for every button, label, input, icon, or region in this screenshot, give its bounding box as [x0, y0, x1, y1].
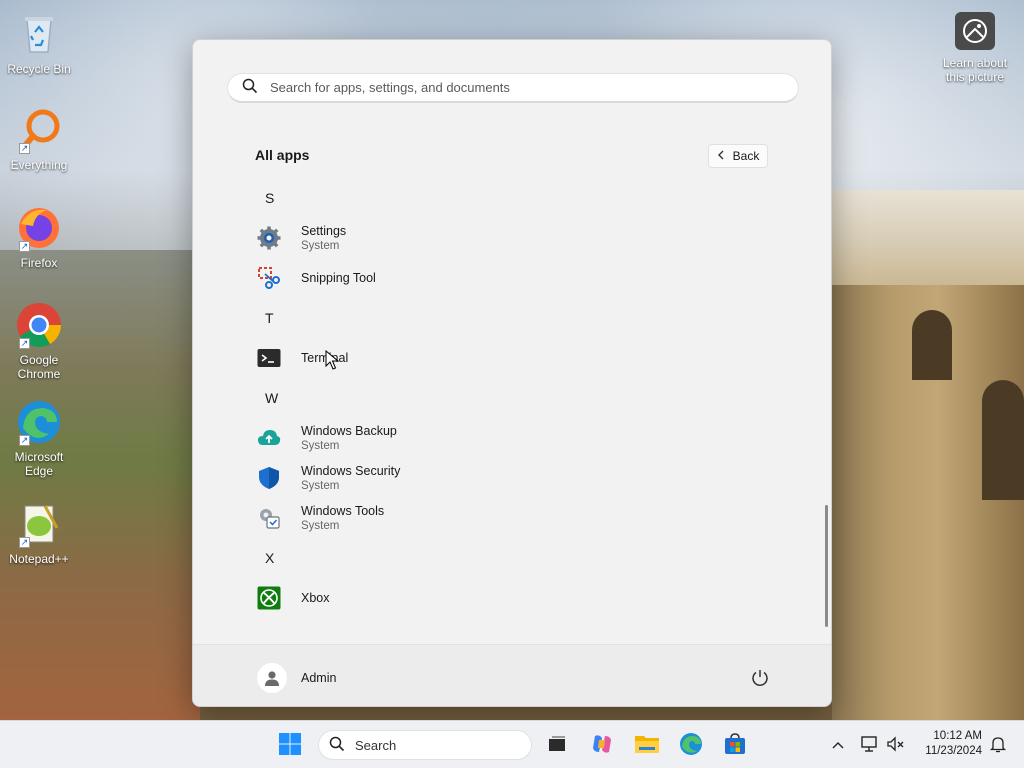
- desktop-icon-label: Microsoft Edge: [14, 450, 64, 478]
- notepadpp-icon: ↗: [15, 500, 63, 548]
- taskbar-search-label: Search: [355, 737, 397, 753]
- app-name: Windows Tools: [301, 504, 385, 518]
- notifications-button[interactable]: [986, 733, 1010, 757]
- app-item-windows-security[interactable]: Windows Security System: [249, 458, 789, 498]
- start-button[interactable]: [274, 729, 306, 761]
- edge-taskbar-button[interactable]: [675, 729, 707, 761]
- clock[interactable]: 10:12 AM 11/23/2024: [912, 729, 982, 759]
- app-name: Settings: [301, 224, 347, 238]
- app-item-windows-backup[interactable]: Windows Backup System: [249, 418, 789, 458]
- mouse-cursor-icon: [325, 349, 340, 373]
- terminal-icon: [257, 346, 281, 370]
- camera-lens-icon: [955, 12, 995, 50]
- app-item-snipping-tool[interactable]: Snipping Tool: [249, 258, 789, 298]
- taskbar: Search 10:12 AM 11/23/2024: [0, 720, 1024, 768]
- wallpaper-bridge: [832, 285, 1024, 720]
- clock-time: 10:12 AM: [933, 730, 982, 742]
- snipping-tool-icon: [257, 266, 281, 290]
- app-name: Snipping Tool: [301, 271, 376, 285]
- app-name: Xbox: [301, 591, 330, 605]
- shortcut-arrow-icon: ↗: [19, 338, 30, 349]
- app-subtitle: System: [301, 240, 340, 252]
- search-icon: [329, 736, 345, 755]
- back-label: Back: [732, 149, 760, 163]
- power-button[interactable]: [749, 667, 771, 689]
- back-button[interactable]: Back: [708, 144, 768, 168]
- start-search-input[interactable]: [270, 80, 798, 95]
- folder-icon: [634, 733, 660, 758]
- letter-header-w[interactable]: W: [249, 378, 789, 418]
- app-list-scrollbar[interactable]: [825, 505, 828, 627]
- desktop-icon-label: Firefox: [20, 256, 58, 270]
- start-footer: Admin: [193, 644, 831, 706]
- app-list: S Settings System Snipping Tool T Termin…: [249, 178, 789, 618]
- settings-gear-icon: [257, 226, 281, 250]
- speaker-muted-icon: [886, 735, 906, 756]
- notification-bell-icon: [989, 735, 1007, 756]
- task-view-icon: [546, 733, 568, 758]
- app-name: Windows Backup: [301, 424, 397, 438]
- desktop-icon-label: Everything: [10, 158, 68, 172]
- all-apps-title: All apps: [255, 147, 310, 163]
- desktop-icon-label: Google Chrome: [17, 353, 61, 381]
- app-subtitle: System: [301, 480, 340, 492]
- wallpaper-town: [832, 190, 1024, 290]
- copilot-button[interactable]: [586, 729, 618, 761]
- avatar-icon: [257, 663, 287, 693]
- chevron-left-icon: [717, 149, 725, 163]
- tools-gear-icon: [257, 506, 281, 530]
- start-menu: All apps Back S Settings: [192, 39, 832, 707]
- user-account-button[interactable]: Admin: [257, 663, 336, 693]
- app-item-settings[interactable]: Settings System: [249, 218, 789, 258]
- user-name: Admin: [301, 671, 337, 685]
- store-bag-icon: [723, 732, 747, 759]
- xbox-icon: [257, 586, 281, 610]
- app-item-windows-tools[interactable]: Windows Tools System: [249, 498, 789, 538]
- edge-icon: ↗: [15, 398, 63, 446]
- file-explorer-button[interactable]: [631, 729, 663, 761]
- letter-header-x[interactable]: X: [249, 538, 789, 578]
- desktop-icon-edge[interactable]: ↗ Microsoft Edge: [1, 398, 77, 478]
- store-button[interactable]: [719, 729, 751, 761]
- desktop-icon-chrome[interactable]: ↗ Google Chrome: [1, 301, 77, 381]
- show-hidden-icons-button[interactable]: [828, 733, 848, 757]
- start-search-box[interactable]: [227, 73, 799, 103]
- chevron-up-icon: [832, 738, 844, 752]
- desktop-icon-notepadpp[interactable]: ↗ Notepad++: [1, 500, 77, 566]
- firefox-icon: ↗: [15, 204, 63, 252]
- volume-button[interactable]: [884, 733, 908, 757]
- copilot-icon: [590, 732, 614, 759]
- app-item-xbox[interactable]: Xbox: [249, 578, 789, 618]
- shortcut-arrow-icon: ↗: [19, 241, 30, 252]
- shortcut-arrow-icon: ↗: [19, 435, 30, 446]
- app-subtitle: System: [301, 520, 340, 532]
- letter-header-t[interactable]: T: [249, 298, 789, 338]
- task-view-button[interactable]: [541, 729, 573, 761]
- network-monitor-icon: [860, 735, 880, 756]
- shield-icon: [257, 466, 281, 490]
- letter-header-s[interactable]: S: [249, 178, 789, 218]
- shortcut-arrow-icon: ↗: [19, 143, 30, 154]
- learn-label: Learn about this picture: [942, 56, 1008, 84]
- windows-logo-icon: [278, 732, 302, 759]
- app-subtitle: System: [301, 440, 340, 452]
- learn-about-picture[interactable]: Learn about this picture: [936, 12, 1014, 84]
- desktop-icon-firefox[interactable]: ↗ Firefox: [1, 204, 77, 270]
- power-icon: [749, 670, 771, 692]
- shortcut-arrow-icon: ↗: [19, 537, 30, 548]
- chrome-icon: ↗: [15, 301, 63, 349]
- desktop-icon-everything[interactable]: ↗ Everything: [1, 106, 77, 172]
- search-icon: [242, 78, 258, 97]
- network-button[interactable]: [858, 733, 882, 757]
- app-name: Windows Security: [301, 464, 401, 478]
- desktop-icon-label: Recycle Bin: [7, 62, 71, 76]
- taskbar-search[interactable]: Search: [318, 730, 532, 760]
- desktop-icon-label: Notepad++: [9, 552, 69, 566]
- desktop-icon-recycle-bin[interactable]: Recycle Bin: [1, 10, 77, 76]
- recycle-bin-icon: [15, 10, 63, 58]
- edge-icon: [679, 732, 703, 759]
- cloud-backup-icon: [257, 426, 281, 450]
- everything-search-icon: ↗: [15, 106, 63, 154]
- clock-date: 11/23/2024: [925, 745, 982, 757]
